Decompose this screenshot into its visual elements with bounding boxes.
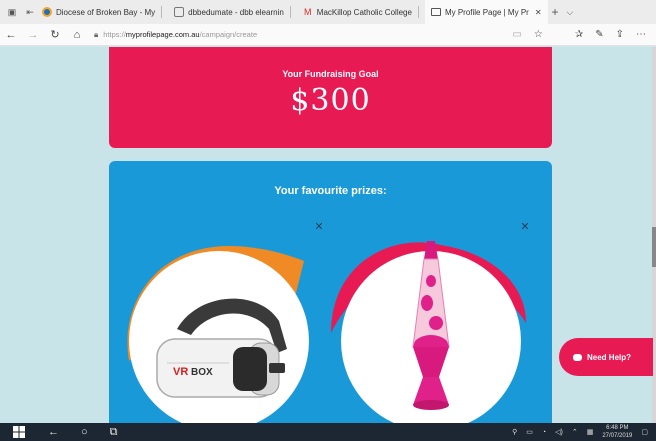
svg-text:BOX: BOX bbox=[191, 367, 213, 378]
home-icon[interactable]: ⌂ bbox=[66, 29, 88, 41]
tab-back-icon[interactable]: ⇤ bbox=[24, 6, 36, 18]
chat-bubble-icon bbox=[573, 353, 582, 361]
diocese-favicon-icon bbox=[42, 7, 52, 17]
tab-mackillop[interactable]: M MacKillop Catholic College bbox=[297, 0, 425, 24]
tab-label: Diocese of Broken Bay - My bbox=[56, 7, 156, 17]
more-menu-icon[interactable]: ⋯ bbox=[636, 29, 646, 40]
clock[interactable]: 6:48 PM 27/07/2019 bbox=[602, 424, 632, 440]
need-help-label: Need Help? bbox=[587, 352, 632, 362]
pen-icon[interactable]: ✎ bbox=[595, 29, 603, 40]
url-text: https://myprofilepage.com.au/campaign/cr… bbox=[103, 30, 258, 39]
url-field[interactable]: 🔒︎ https://myprofilepage.com.au/campaign… bbox=[94, 30, 512, 40]
prize-card-lava-lamp[interactable] bbox=[331, 241, 526, 423]
back-arrow-icon[interactable]: ← bbox=[48, 426, 59, 438]
battery-icon[interactable]: ▭ bbox=[526, 428, 533, 436]
action-center-icon[interactable]: ▢ bbox=[641, 428, 648, 436]
volume-icon[interactable]: ◁) bbox=[555, 428, 563, 436]
tab-my-profile-page[interactable]: My Profile Page | My Pr ✕ bbox=[424, 0, 548, 24]
reading-view-icon[interactable]: ▭ bbox=[512, 29, 521, 40]
favorite-star-icon[interactable]: ☆ bbox=[534, 29, 543, 40]
page-viewport: Your Fundraising Goal $300 Your favourit… bbox=[0, 47, 652, 423]
prizes-title: Your favourite prizes: bbox=[274, 185, 387, 197]
new-tab-button[interactable]: + bbox=[552, 5, 559, 19]
tab-actions-icon[interactable]: ▣ bbox=[6, 6, 18, 18]
tab-dbbedumate[interactable]: dbbedumate - dbb elearnin bbox=[168, 0, 297, 24]
remove-prize-1-icon[interactable]: ✕ bbox=[312, 220, 326, 234]
browser-tab-strip: ▣ ⇤ Diocese of Broken Bay - My dbbedumat… bbox=[0, 0, 656, 24]
gmail-favicon-icon: M bbox=[304, 7, 312, 17]
clock-time: 6:48 PM bbox=[606, 425, 629, 431]
tab-label: dbbedumate - dbb elearnin bbox=[188, 7, 284, 17]
refresh-icon[interactable]: ↻ bbox=[44, 28, 66, 41]
dbbedumate-favicon-icon bbox=[174, 7, 185, 17]
page-favicon-icon bbox=[430, 8, 441, 16]
clock-date: 27/07/2019 bbox=[602, 433, 633, 439]
tab-label: MacKillop Catholic College bbox=[316, 7, 412, 17]
share-icon[interactable]: ⇪ bbox=[616, 29, 624, 40]
goal-amount: $300 bbox=[290, 83, 371, 118]
keyboard-icon[interactable]: ▦ bbox=[587, 428, 594, 436]
favourite-prizes-card: Your favourite prizes: ✕ ✕ VR BOX bbox=[109, 161, 552, 423]
scrollbar-thumb[interactable] bbox=[652, 227, 656, 267]
close-tab-icon[interactable]: ✕ bbox=[535, 8, 542, 17]
tab-label: My Profile Page | My Pr bbox=[444, 7, 529, 17]
address-bar: ← → ↻ ⌂ 🔒︎ https://myprofilepage.com.au/… bbox=[0, 24, 656, 46]
task-view-icon[interactable]: ⧉ bbox=[110, 426, 118, 439]
chevron-down-icon[interactable]: ⌵ bbox=[567, 7, 574, 18]
windows-taskbar: ← ○ ⧉ ⚲ ▭ ◔ ◁) ⌃ ▦ 6:48 PM 27/07/2019 ▢ bbox=[0, 423, 656, 441]
lock-icon: 🔒︎ bbox=[94, 29, 99, 39]
search-circle-icon[interactable]: ○ bbox=[81, 426, 88, 438]
vr-headset-image: VR BOX bbox=[156, 298, 287, 398]
favorites-hub-icon[interactable]: ✰ bbox=[575, 29, 583, 40]
need-help-button[interactable]: Need Help? bbox=[559, 338, 653, 376]
windows-start-icon[interactable] bbox=[12, 426, 26, 438]
tab-diocese[interactable]: Diocese of Broken Bay - My bbox=[36, 0, 168, 24]
network-icon[interactable]: ◔ bbox=[542, 429, 546, 436]
notification-arrow-icon[interactable]: ⌃ bbox=[572, 428, 578, 436]
svg-text:VR: VR bbox=[173, 366, 188, 378]
prize-card-vr-box[interactable]: VR BOX bbox=[127, 246, 309, 423]
people-icon[interactable]: ⚲ bbox=[512, 428, 517, 436]
back-arrow-icon[interactable]: ← bbox=[0, 29, 22, 41]
goal-label: Your Fundraising Goal bbox=[282, 69, 379, 79]
forward-arrow-icon[interactable]: → bbox=[22, 29, 44, 41]
lava-lamp-image bbox=[412, 241, 450, 410]
fundraising-goal-card: Your Fundraising Goal $300 bbox=[109, 47, 552, 148]
system-tray: ⚲ ▭ ◔ ◁) ⌃ ▦ 6:48 PM 27/07/2019 ▢ bbox=[512, 424, 648, 440]
